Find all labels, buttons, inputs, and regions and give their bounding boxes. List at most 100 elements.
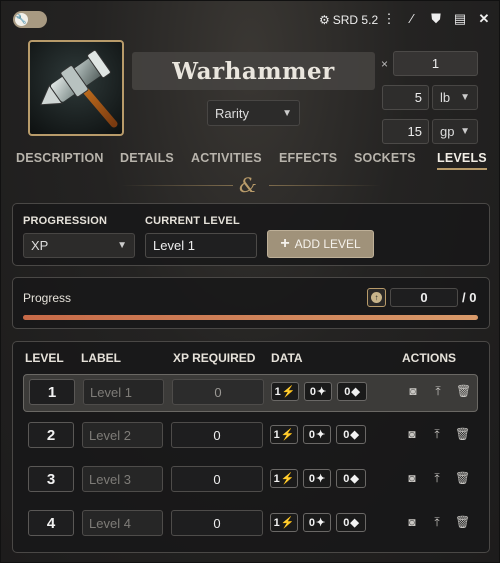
lightning-icon: ⚡ — [280, 429, 295, 441]
magic-wand-icon[interactable]: ⁄ — [405, 11, 419, 26]
gem-icon: ◆ — [350, 517, 359, 529]
dice-data-button[interactable]: 0 ✦ — [304, 382, 332, 401]
column-header-xp-required: XP REQUIRED — [173, 351, 256, 365]
edit-mode-toggle[interactable]: 🔧 — [13, 11, 47, 28]
quantity-field[interactable]: 1 — [393, 51, 478, 76]
level-number: 1 — [29, 379, 75, 405]
chevron-down-icon: ▼ — [460, 92, 470, 103]
current-level-field[interactable]: Level 1 — [145, 233, 257, 258]
shield-icon[interactable]: ⛊ — [429, 11, 443, 27]
sparkle-icon: ✦ — [315, 517, 326, 529]
current-level-label: CURRENT LEVEL — [145, 215, 240, 227]
camera-icon[interactable]: ◙ — [405, 471, 419, 485]
window-header: 🔧 ⚙ SRD 5.2 ⋮ ⁄ ⛊ ▤ ✕ — [1, 1, 500, 37]
dice-data-button[interactable]: 0 ✦ — [303, 513, 331, 532]
level-label-input[interactable]: Level 2 — [82, 422, 163, 448]
charges-data-button[interactable]: 1 ⚡ — [270, 425, 298, 444]
level-up-button[interactable]: ↑ — [367, 288, 386, 307]
trash-icon[interactable]: 🗑 — [456, 384, 471, 398]
trash-icon[interactable]: 🗑 — [455, 427, 470, 441]
level-number: 3 — [28, 466, 74, 492]
chevron-down-icon: ▼ — [460, 126, 470, 137]
sparkle-icon: ✦ — [315, 429, 326, 441]
table-row[interactable]: 4 Level 4 0 1 ⚡ 0 ✦ 0 ◆ ◙ ⤒ 🗑 — [23, 506, 478, 544]
tab-sockets[interactable]: SOCKETS — [354, 151, 416, 165]
upload-icon[interactable]: ⤒ — [430, 427, 444, 442]
dice-data-button[interactable]: 0 ✦ — [303, 469, 331, 488]
close-icon[interactable]: ✕ — [477, 11, 491, 27]
charges-data-button[interactable]: 1 ⚡ — [270, 513, 298, 532]
weight-field[interactable]: 5 — [382, 85, 429, 110]
progress-max: / 0 — [462, 290, 477, 305]
xp-required-input[interactable]: 0 — [172, 379, 264, 405]
rarity-select[interactable]: Rarity ▼ — [207, 100, 300, 126]
progress-bar-fill — [23, 315, 478, 320]
plus-icon: + — [280, 235, 290, 252]
camera-icon[interactable]: ◙ — [405, 427, 419, 441]
upload-icon[interactable]: ⤒ — [430, 471, 444, 486]
gear-icon: ⚙ — [319, 13, 330, 27]
ornament-divider-right — [269, 185, 381, 186]
column-header-level: LEVEL — [25, 351, 64, 365]
tab-levels[interactable]: LEVELS — [437, 151, 487, 170]
camera-icon[interactable]: ◙ — [405, 515, 419, 529]
scroll-icon[interactable]: ▤ — [453, 11, 467, 27]
lightning-icon: ⚡ — [280, 473, 295, 485]
gems-data-button[interactable]: 0 ◆ — [336, 425, 366, 444]
gems-data-button[interactable]: 0 ◆ — [336, 513, 366, 532]
trash-icon[interactable]: 🗑 — [455, 471, 470, 485]
column-header-label: LABEL — [81, 351, 121, 365]
lightning-icon: ⚡ — [281, 386, 296, 398]
level-label-input[interactable]: Level 3 — [82, 466, 163, 492]
charges-data-button[interactable]: 1 ⚡ — [271, 382, 299, 401]
table-row[interactable]: 1 Level 1 0 1 ⚡ 0 ✦ 0 ◆ ◙ ⤒ 🗑 — [23, 374, 478, 412]
sparkle-icon: ✦ — [316, 386, 327, 398]
xp-required-input[interactable]: 0 — [171, 466, 263, 492]
dice-data-button[interactable]: 0 ✦ — [303, 425, 331, 444]
progress-value-field[interactable]: 0 — [390, 288, 458, 307]
gem-icon: ◆ — [351, 386, 360, 398]
charges-data-button[interactable]: 1 ⚡ — [270, 469, 298, 488]
tab-description[interactable]: DESCRIPTION — [16, 151, 104, 165]
gems-data-button[interactable]: 0 ◆ — [337, 382, 367, 401]
level-number: 2 — [28, 422, 74, 448]
tab-activities[interactable]: ACTIVITIES — [191, 151, 262, 165]
progress-panel: Progress ↑ 0 / 0 — [12, 277, 490, 329]
trash-icon[interactable]: 🗑 — [455, 515, 470, 529]
xp-required-input[interactable]: 0 — [171, 510, 263, 536]
ornament-divider-left — [121, 185, 233, 186]
arrow-up-circle-icon: ↑ — [371, 292, 382, 303]
tab-details[interactable]: DETAILS — [120, 151, 174, 165]
column-header-data: DATA — [271, 351, 303, 365]
tab-effects[interactable]: EFFECTS — [279, 151, 337, 165]
lightning-icon: ⚡ — [280, 517, 295, 529]
kebab-menu-icon[interactable]: ⋮ — [382, 11, 396, 27]
xp-required-input[interactable]: 0 — [171, 422, 263, 448]
price-unit-select[interactable]: gp ▼ — [432, 119, 478, 144]
gems-data-button[interactable]: 0 ◆ — [336, 469, 366, 488]
level-label-input[interactable]: Level 1 — [83, 379, 164, 405]
chevron-down-icon: ▼ — [117, 240, 127, 251]
level-label-input[interactable]: Level 4 — [82, 510, 163, 536]
progression-select[interactable]: XP ▼ — [23, 233, 135, 258]
quantity-multiplier: × — [381, 57, 389, 71]
item-image[interactable] — [28, 40, 124, 136]
table-row[interactable]: 3 Level 3 0 1 ⚡ 0 ✦ 0 ◆ ◙ ⤒ 🗑 — [23, 462, 478, 500]
srd-version[interactable]: ⚙ SRD 5.2 — [319, 13, 378, 27]
gem-icon: ◆ — [350, 429, 359, 441]
table-row[interactable]: 2 Level 2 0 1 ⚡ 0 ✦ 0 ◆ ◙ ⤒ 🗑 — [23, 418, 478, 456]
sheet-tabs: DESCRIPTION DETAILS ACTIVITIES EFFECTS S… — [16, 151, 487, 171]
item-name[interactable]: Warhammer — [132, 52, 375, 90]
price-field[interactable]: 15 — [382, 119, 429, 144]
sparkle-icon: ✦ — [315, 473, 326, 485]
column-header-actions: ACTIONS — [402, 351, 456, 365]
upload-icon[interactable]: ⤒ — [431, 384, 445, 399]
wrench-icon: 🔧 — [15, 13, 28, 26]
camera-icon[interactable]: ◙ — [406, 384, 420, 398]
warhammer-image — [40, 49, 118, 128]
weight-unit-select[interactable]: lb ▼ — [432, 85, 478, 110]
upload-icon[interactable]: ⤒ — [430, 515, 444, 530]
chevron-down-icon: ▼ — [282, 107, 292, 119]
add-level-button[interactable]: + ADD LEVEL — [267, 230, 374, 258]
gem-icon: ◆ — [350, 473, 359, 485]
